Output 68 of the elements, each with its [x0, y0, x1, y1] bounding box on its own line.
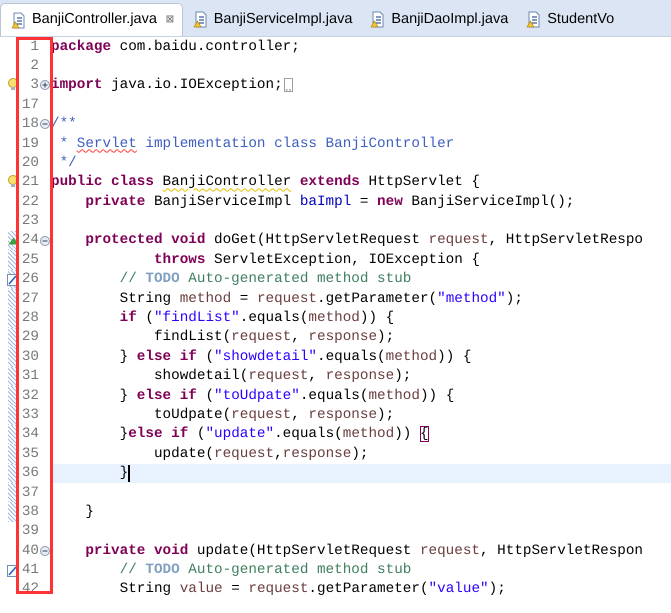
line-number: 2	[30, 58, 39, 74]
line-number: 23	[22, 214, 39, 228]
collapse-icon[interactable]	[40, 119, 50, 130]
line-number: 24	[22, 233, 39, 248]
code-line: String value = request.getParameter("value");	[118, 582, 506, 597]
code-line: import java.io.IOException;	[51, 78, 283, 93]
line-number: 39	[22, 524, 39, 539]
line-number: 31	[22, 369, 39, 384]
line-number: 40	[22, 544, 39, 558]
code-line: // TODO Auto-generated method stub	[118, 563, 412, 578]
line-number: 18	[22, 117, 39, 132]
line-number: 38	[22, 504, 39, 520]
editor-tab[interactable]: BanjiServiceImpl.java	[182, 3, 360, 36]
collapse-icon[interactable]	[40, 546, 50, 556]
java-file-warning-icon	[526, 11, 542, 28]
expand-icon[interactable]	[40, 80, 50, 90]
java-file-warning-icon	[192, 11, 209, 28]
code-line: if ("findList".equals(method)) {	[118, 311, 394, 326]
line-number: 21	[22, 175, 39, 190]
java-file-warning-icon	[11, 12, 27, 28]
line-number: 30	[22, 350, 39, 364]
code-line: update(request,response);	[152, 446, 368, 462]
line-number: 25	[22, 252, 39, 268]
code-line: String method = request.getParameter("method");	[118, 292, 523, 306]
code-line: }	[118, 466, 128, 480]
line-number: 34	[22, 427, 39, 442]
code-line: showdetail(request, response);	[152, 369, 412, 384]
line-number: 1	[30, 40, 39, 54]
line-number: 20	[22, 156, 39, 170]
code-line: protected void doGet(HttpServletRequest request, HttpServletRespo	[84, 233, 644, 248]
line-number: 26	[22, 272, 39, 287]
code-line: private BanjiServiceImpl baImpl = new BanjiServiceImpl();	[84, 194, 574, 209]
folded-code-icon[interactable]	[284, 78, 293, 92]
line-number: 41	[22, 563, 39, 578]
editor-tab[interactable]: BanjiController.java ⊠	[0, 3, 183, 36]
code-line: */	[58, 156, 77, 170]
editor-tab[interactable]: BanjiDaoImpl.java	[360, 3, 516, 36]
code-line: package com.baidu.controller;	[51, 40, 300, 54]
task-icon[interactable]	[7, 564, 19, 577]
text-cursor	[128, 464, 130, 482]
code-line: * Servlet implementation class BanjiController	[58, 136, 454, 151]
line-number: 28	[22, 311, 39, 326]
code-line: toUdpate(request, response);	[152, 408, 394, 422]
line-number: 35	[22, 446, 39, 462]
code-line: } else if ("toUdpate".equals(method)) {	[118, 388, 454, 403]
line-number: 36	[22, 466, 39, 480]
code-line: throws ServletException, IOException {	[152, 252, 480, 268]
line-number: 19	[22, 136, 39, 151]
close-icon[interactable]: ⊠	[166, 10, 174, 30]
line-number: 17	[22, 98, 39, 112]
code-line: /**	[51, 117, 77, 132]
code-line: } else if ("showdetail".equals(method)) {	[118, 350, 472, 364]
editor-tab[interactable]: StudentVo	[516, 3, 622, 36]
line-number: 29	[22, 330, 39, 345]
code-line: findList(request, response);	[152, 330, 394, 345]
task-icon[interactable]	[7, 272, 19, 286]
line-number: 37	[22, 486, 39, 500]
line-number: 33	[22, 408, 39, 422]
triangle-icon[interactable]	[8, 236, 18, 245]
line-number: 3	[30, 78, 39, 93]
line-number: 27	[22, 292, 39, 306]
line-number: 22	[22, 194, 39, 209]
line-number: 32	[22, 388, 39, 403]
collapse-icon[interactable]	[40, 236, 50, 246]
code-line: }	[84, 504, 94, 520]
code-line: // TODO Auto-generated method stub	[118, 272, 412, 287]
code-line: private void update(HttpServletRequest request, HttpServletRespon	[84, 544, 644, 558]
java-file-warning-icon	[370, 11, 386, 28]
